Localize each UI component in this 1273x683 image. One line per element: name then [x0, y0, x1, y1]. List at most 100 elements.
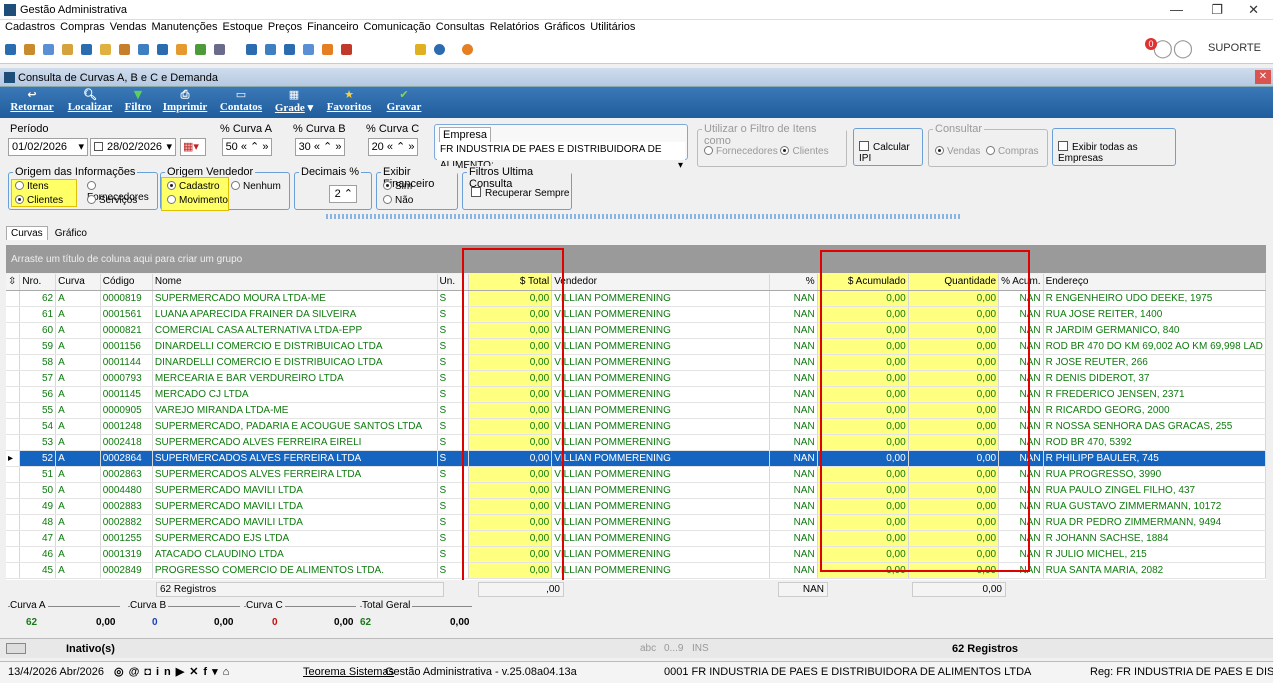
table-row[interactable]: ▸ 52 A 0002864 SUPERMERCADOS ALVES FERREIRA … — [6, 450, 1266, 467]
row-indicator[interactable] — [6, 322, 21, 339]
menu-consultas[interactable]: Consultas — [436, 20, 485, 34]
empresa-select[interactable]: FR INDUSTRIA DE PAES E DISTRIBUIDORA DE … — [437, 142, 685, 171]
curva-a-spinner[interactable]: 50 « ⌃ » — [222, 138, 272, 156]
toolbar-icon-17[interactable] — [322, 44, 333, 55]
col-curva[interactable]: Curva — [55, 274, 101, 291]
toolbar-icon-3[interactable] — [43, 44, 54, 55]
toolbar-icon-12[interactable] — [214, 44, 225, 55]
table-row[interactable]: 55 A 0000905 VAREJO MIRANDA LTDA-ME S 0,00 VIL… — [6, 402, 1266, 419]
table-row[interactable]: 62 A 0000819 SUPERMERCADO MOURA LTDA-ME S 0,0… — [6, 290, 1266, 307]
menu-cadastros[interactable]: Cadastros — [5, 20, 55, 34]
row-indicator[interactable] — [6, 354, 21, 371]
col-endereco[interactable]: Endereço — [1043, 274, 1266, 291]
row-indicator[interactable] — [6, 498, 21, 515]
restore-icon[interactable]: ❐ — [1211, 2, 1223, 18]
decimais-spinner[interactable]: 2 ⌃ — [329, 185, 357, 203]
table-row[interactable]: 61 A 0001561 LUANA APARECIDA FRAINER DA SIL… — [6, 306, 1266, 323]
row-indicator[interactable] — [6, 338, 21, 355]
nenhum-radio[interactable]: Nenhum — [231, 181, 281, 192]
col-selector[interactable]: ⇳ — [6, 274, 21, 291]
date-to-input[interactable]: 28/02/2026 ▾ — [90, 138, 176, 156]
toolbar-icon-10[interactable] — [176, 44, 187, 55]
menu-precos[interactable]: Preços — [268, 20, 302, 34]
curva-b-spinner[interactable]: 30 « ⌃ » — [295, 138, 345, 156]
row-indicator[interactable]: ▸ — [6, 450, 21, 467]
toolbar-icon-8[interactable] — [138, 44, 149, 55]
tab-grafico[interactable]: Gráfico — [51, 227, 91, 240]
table-row[interactable]: 49 A 0002883 SUPERMERCADO MAVILI LTDA S 0,00 V… — [6, 498, 1266, 515]
cadastro-radio[interactable]: Cadastro — [167, 181, 220, 192]
row-indicator[interactable] — [6, 546, 21, 563]
calcular-ipi-checkbox[interactable]: Calcular IPI — [853, 128, 923, 166]
table-row[interactable]: 56 A 0001145 MERCADO CJ LTDA S 0,00 VILLIAN PO… — [6, 386, 1266, 403]
gravar-button[interactable]: ✔ Gravar — [384, 87, 424, 118]
row-indicator[interactable] — [6, 482, 21, 499]
clientes-radio[interactable]: Clientes — [15, 195, 63, 206]
menu-financeiro[interactable]: Financeiro — [307, 20, 358, 34]
close-icon[interactable]: ✕ — [1248, 2, 1259, 18]
vendas-compras-radio[interactable]: Vendas Compras — [935, 146, 1039, 157]
row-indicator[interactable] — [6, 370, 21, 387]
menu-compras[interactable]: Compras — [60, 20, 105, 34]
col-nro[interactable]: Nro. — [19, 274, 57, 291]
toolbar-icon-1[interactable] — [5, 44, 16, 55]
menu-utilitarios[interactable]: Utilitários — [590, 20, 635, 34]
nao-radio[interactable]: Não — [383, 195, 413, 206]
toolbar-icon-13[interactable] — [246, 44, 257, 55]
row-indicator[interactable] — [6, 530, 21, 547]
contatos-button[interactable]: ▭ Contatos — [216, 87, 266, 118]
toolbar-icon-15[interactable] — [284, 44, 295, 55]
menu-manutencoes[interactable]: Manutenções — [151, 20, 217, 34]
table-row[interactable]: 47 A 0001255 SUPERMERCADO EJS LTDA S 0,00 VILL… — [6, 530, 1266, 547]
table-row[interactable]: 45 A 0002849 PROGRESSO COMERCIO DE ALIMENTO… — [6, 562, 1266, 579]
window-close-icon[interactable]: ✕ — [1255, 70, 1271, 84]
row-indicator[interactable] — [6, 418, 21, 435]
row-indicator[interactable] — [6, 466, 21, 483]
menu-graficos[interactable]: Gráficos — [544, 20, 585, 34]
smile-icon[interactable] — [462, 44, 473, 55]
toolbar-icon-7[interactable] — [119, 44, 130, 55]
col-nome[interactable]: Nome — [152, 274, 438, 291]
table-row[interactable]: 54 A 0001248 SUPERMERCADO, PADARIA E ACOUGU… — [6, 418, 1266, 435]
exibir-empresas-checkbox[interactable]: Exibir todas as Empresas — [1052, 128, 1176, 166]
user-name[interactable]: SUPORTE — [1208, 42, 1261, 54]
sim-radio[interactable]: Sim — [383, 181, 412, 192]
toolbar-icon-16[interactable] — [303, 44, 314, 55]
menu-comunicacao[interactable]: Comunicação — [364, 20, 431, 34]
toolbar-icon-9[interactable] — [157, 44, 168, 55]
table-row[interactable]: 46 A 0001319 ATACADO CLAUDINO LTDA S 0,00 VILL… — [6, 546, 1266, 563]
col-codigo[interactable]: Código — [100, 274, 153, 291]
table-row[interactable]: 58 A 0001144 DINARDELLI COMERCIO E DISTRIBU… — [6, 354, 1266, 371]
curva-c-spinner[interactable]: 20 « ⌃ » — [368, 138, 418, 156]
toolbar-icon-11[interactable] — [195, 44, 206, 55]
col-pct[interactable]: % — [769, 274, 818, 291]
menu-estoque[interactable]: Estoque — [223, 20, 263, 34]
calendar-button[interactable]: ▦▾ — [180, 138, 206, 156]
table-row[interactable]: 50 A 0004480 SUPERMERCADO MAVILI LTDA S 0,00 V… — [6, 482, 1266, 499]
social-icons[interactable]: ◎@◘in▶✕f▾⌂ — [114, 665, 234, 678]
star-icon[interactable] — [415, 44, 426, 55]
row-indicator[interactable] — [6, 514, 21, 531]
toolbar-icon-6[interactable] — [100, 44, 111, 55]
table-row[interactable]: 53 A 0002418 SUPERMERCADO ALVES FERREIRA EI… — [6, 434, 1266, 451]
teorema-link[interactable]: Teorema Sistemas — [303, 666, 394, 678]
col-vendedor[interactable]: Vendedor — [551, 274, 770, 291]
table-row[interactable]: 51 A 0002863 SUPERMERCADOS ALVES FERREIRA L… — [6, 466, 1266, 483]
toolbar-icon-14[interactable] — [265, 44, 276, 55]
servicos-radio[interactable]: Serviços — [87, 195, 137, 206]
imprimir-button[interactable]: ⎙ Imprimir — [160, 87, 210, 118]
toolbar-icon-2[interactable] — [24, 44, 35, 55]
row-indicator[interactable] — [6, 402, 21, 419]
toolbar-icon-4[interactable] — [62, 44, 73, 55]
date-to-checkbox[interactable] — [94, 142, 103, 151]
row-indicator[interactable] — [6, 386, 21, 403]
menu-relatorios[interactable]: Relatórios — [490, 20, 540, 34]
row-indicator[interactable] — [6, 562, 21, 579]
localizar-button[interactable]: 🔍︎ Localizar — [64, 87, 116, 118]
toolbar-icon-5[interactable] — [81, 44, 92, 55]
info-icon[interactable] — [434, 44, 445, 55]
row-indicator[interactable] — [6, 290, 21, 307]
keyboard-icon[interactable] — [6, 643, 26, 654]
itens-radio[interactable]: Itens — [15, 181, 49, 192]
table-row[interactable]: 60 A 0000821 COMERCIAL CASA ALTERNATIVA LTD… — [6, 322, 1266, 339]
